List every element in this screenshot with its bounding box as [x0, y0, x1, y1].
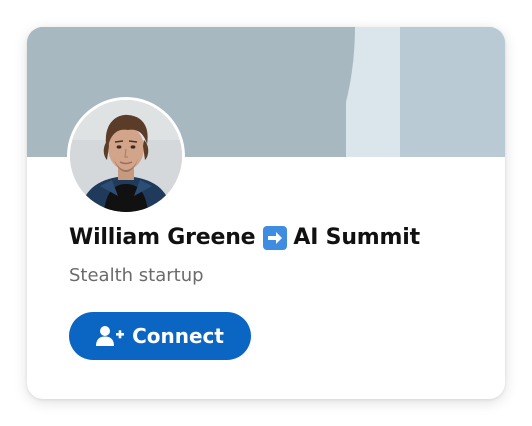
- profile-card[interactable]: William Greene AI Summit Stealth startup…: [27, 27, 505, 399]
- avatar-photo: [70, 100, 182, 212]
- person-photo-icon: [70, 100, 182, 212]
- profile-headline: William Greene AI Summit: [69, 225, 420, 250]
- right-arrow-icon: [263, 225, 288, 250]
- connect-button-label: Connect: [132, 324, 224, 348]
- add-person-icon: [96, 325, 125, 347]
- profile-name[interactable]: William Greene: [69, 225, 256, 250]
- avatar[interactable]: [67, 97, 185, 215]
- profile-subtitle: Stealth startup: [69, 265, 204, 286]
- event-name: AI Summit: [293, 225, 420, 250]
- connect-button[interactable]: Connect: [69, 312, 251, 360]
- banner-right-panel: [400, 27, 505, 157]
- page: William Greene AI Summit Stealth startup…: [0, 0, 532, 426]
